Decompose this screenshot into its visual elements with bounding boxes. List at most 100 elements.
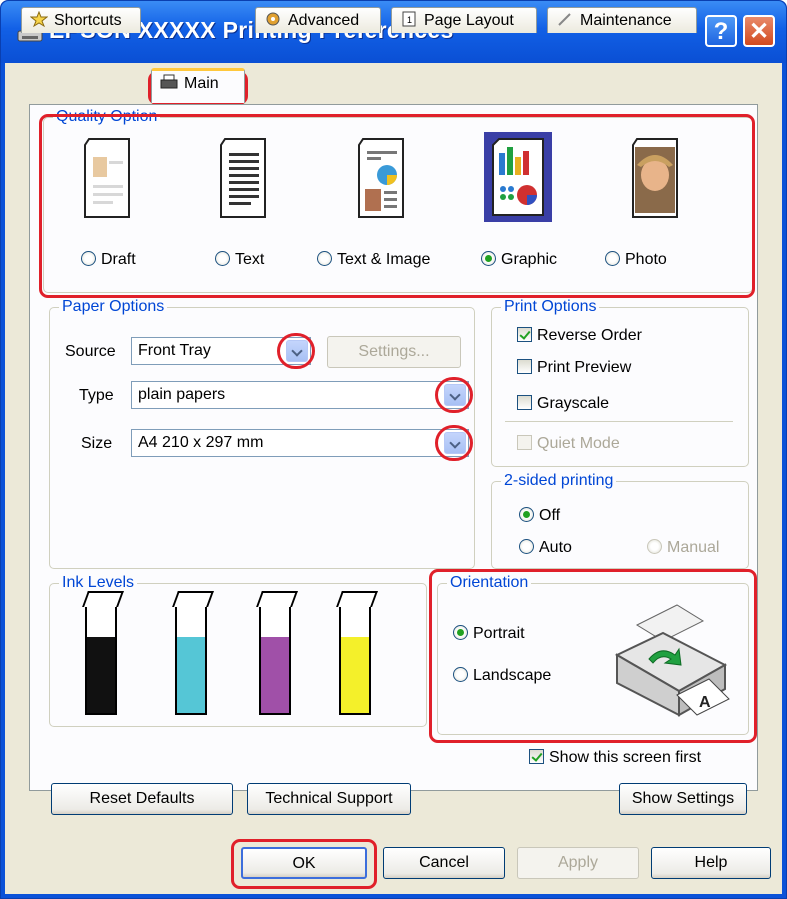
landscape-radio-button[interactable]: [453, 667, 468, 682]
text-radio[interactable]: Text: [215, 251, 264, 269]
reverse-order-label: Reverse Order: [537, 327, 642, 344]
star-icon: [30, 11, 48, 27]
size-value: A4 210 x 297 mm: [138, 434, 264, 451]
grayscale-label: Grayscale: [537, 395, 610, 412]
auto-label: Auto: [539, 539, 572, 556]
ink-levels-legend: Ink Levels: [59, 574, 138, 592]
type-label: Type: [79, 387, 114, 404]
ok-button[interactable]: OK: [241, 847, 367, 879]
source-label: Source: [65, 343, 116, 360]
size-label: Size: [81, 435, 113, 452]
manual-label: Manual: [667, 539, 720, 556]
ink-bar: [336, 591, 378, 715]
help-title-button[interactable]: ?: [705, 15, 737, 47]
text-radio-button[interactable]: [215, 251, 230, 266]
text-image-radio-button[interactable]: [317, 251, 332, 266]
off-label: Off: [539, 507, 561, 524]
technical-support-button[interactable]: Technical Support: [247, 783, 411, 815]
tab-maintenance-label: Maintenance: [580, 12, 672, 29]
ink-cartridge-cap: [172, 591, 214, 607]
ink-bar: [172, 591, 214, 715]
draft-quality-icon: [84, 138, 130, 218]
text-image-radio[interactable]: Text & Image: [317, 251, 430, 269]
chevron-down-icon[interactable]: [444, 384, 466, 406]
off-radio-button[interactable]: [519, 507, 534, 522]
chevron-down-icon[interactable]: [286, 340, 308, 362]
reverse-order-checkbox[interactable]: Reverse Order: [517, 327, 642, 345]
landscape-radio[interactable]: Landscape: [453, 667, 551, 685]
print-preview-checkbox[interactable]: Print Preview: [517, 359, 631, 377]
two-sided-manual-radio: Manual: [647, 539, 719, 557]
portrait-label: Portrait: [473, 625, 525, 642]
text-label: Text: [235, 251, 265, 268]
graphic-label: Graphic: [501, 251, 558, 268]
tab-main[interactable]: Main: [151, 68, 245, 103]
quiet-mode-checkbox: Quiet Mode: [517, 435, 620, 453]
cancel-button[interactable]: Cancel: [383, 847, 505, 879]
tab-main-label: Main: [184, 75, 219, 92]
size-dropdown[interactable]: A4 210 x 297 mm: [131, 429, 469, 457]
text-quality-icon: [220, 138, 266, 218]
apply-button[interactable]: Apply: [517, 847, 639, 879]
portrait-radio[interactable]: Portrait: [453, 625, 525, 643]
portrait-radio-button[interactable]: [453, 625, 468, 640]
tab-page-layout[interactable]: 1 Page Layout: [391, 7, 537, 33]
ink-bar: [256, 591, 298, 715]
manual-radio-button: [647, 539, 662, 554]
tab-maintenance[interactable]: Maintenance: [547, 7, 697, 33]
draft-label: Draft: [101, 251, 136, 268]
ink-fill: [341, 637, 369, 713]
photo-radio-button[interactable]: [605, 251, 620, 266]
two-sided-off-radio[interactable]: Off: [519, 507, 560, 525]
graphic-quality-icon: [484, 132, 552, 222]
text-image-quality-icon: [358, 138, 404, 218]
tab-advanced-label: Advanced: [288, 12, 360, 29]
help-button[interactable]: Help: [651, 847, 771, 879]
draft-radio[interactable]: Draft: [81, 251, 136, 269]
grayscale-checkbox[interactable]: Grayscale: [517, 395, 609, 413]
ink-cartridge-cap: [82, 591, 124, 607]
auto-radio-button[interactable]: [519, 539, 534, 554]
ink-cartridge-cap: [336, 591, 378, 607]
tab-shortcuts[interactable]: Shortcuts: [21, 7, 141, 33]
type-dropdown[interactable]: plain papers: [131, 381, 469, 409]
ink-cartridge-cap: [256, 591, 298, 607]
two-sided-auto-radio[interactable]: Auto: [519, 539, 572, 557]
source-dropdown[interactable]: Front Tray: [131, 337, 311, 365]
two-sided-legend: 2-sided printing: [501, 472, 617, 490]
quiet-mode-label: Quiet Mode: [537, 435, 620, 452]
paper-options-legend: Paper Options: [59, 298, 168, 316]
draft-radio-button[interactable]: [81, 251, 96, 266]
reset-defaults-button[interactable]: Reset Defaults: [51, 783, 233, 815]
settings-button[interactable]: Settings...: [327, 336, 461, 368]
source-value: Front Tray: [138, 342, 211, 359]
photo-quality-icon: [632, 138, 678, 218]
print-preview-check[interactable]: [517, 359, 532, 374]
graphic-radio-button[interactable]: [481, 251, 496, 266]
grayscale-check[interactable]: [517, 395, 532, 410]
tab-advanced[interactable]: Advanced: [255, 7, 381, 33]
wrench-icon: [558, 13, 571, 26]
photo-radio[interactable]: Photo: [605, 251, 667, 269]
svg-text:A: A: [699, 694, 711, 711]
graphic-radio[interactable]: Graphic: [481, 251, 557, 269]
show-first-check[interactable]: [529, 749, 544, 764]
quiet-mode-check: [517, 435, 532, 450]
reverse-order-check[interactable]: [517, 327, 532, 342]
orientation-legend: Orientation: [447, 574, 532, 592]
print-options-legend: Print Options: [501, 298, 600, 316]
gear-icon: [266, 12, 280, 26]
type-value: plain papers: [138, 386, 226, 403]
text-image-label: Text & Image: [337, 251, 431, 268]
close-window-button[interactable]: ✕: [743, 15, 775, 47]
tab-page-layout-label: Page Layout: [424, 12, 514, 29]
show-settings-button[interactable]: Show Settings: [619, 783, 747, 815]
show-first-checkbox[interactable]: Show this screen first: [529, 749, 701, 767]
svg-text:1: 1: [407, 15, 412, 25]
ink-fill: [177, 637, 205, 713]
tab-shortcuts-label: Shortcuts: [54, 12, 122, 29]
quality-option-legend: Quality Option: [53, 108, 161, 126]
orientation-printer-icon: A: [614, 604, 730, 717]
print-options-divider: [505, 421, 733, 422]
chevron-down-icon[interactable]: [444, 432, 466, 454]
